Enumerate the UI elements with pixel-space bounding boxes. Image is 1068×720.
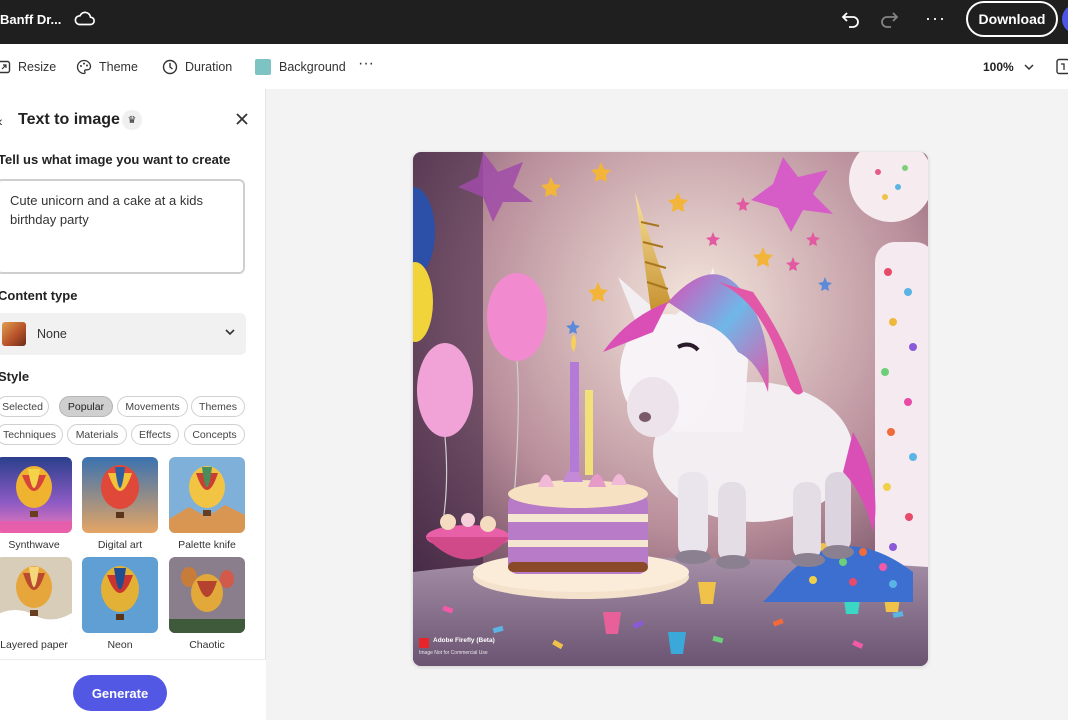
chip-concepts[interactable]: Concepts (184, 424, 245, 445)
panel-title: Text to image (18, 111, 120, 128)
style-label-palette-knife: Palette knife (178, 539, 236, 551)
prompt-label: Tell us what image you want to create (0, 152, 231, 167)
style-thumb-palette-knife[interactable] (169, 457, 245, 533)
undo-icon[interactable] (840, 8, 862, 30)
style-label: Style (0, 369, 30, 384)
duration-button[interactable]: Duration (162, 44, 232, 89)
theme-button[interactable]: Theme (76, 44, 138, 89)
hot-air-balloon-icon (0, 557, 72, 633)
chip-themes[interactable]: Themes (191, 396, 245, 417)
content-type-dropdown[interactable]: None (0, 313, 246, 355)
style-label-neon: Neon (107, 639, 133, 651)
theme-label: Theme (99, 59, 138, 74)
background-swatch (255, 58, 271, 75)
close-icon[interactable] (234, 111, 250, 127)
zoom-control[interactable]: 100% (983, 44, 1034, 89)
prompt-input[interactable]: Cute unicorn and a cake at a kids birthd… (0, 179, 245, 274)
redo-icon[interactable] (878, 8, 900, 30)
top-bar: Banff Dr... ··· Download (0, 0, 1068, 44)
chip-popular[interactable]: Popular (59, 396, 113, 417)
unicorn-cake-illustration (413, 152, 928, 666)
chip-materials[interactable]: Materials (67, 424, 127, 445)
chevron-down-icon (1024, 63, 1034, 70)
chevron-down-icon (225, 329, 235, 336)
avatar[interactable] (1062, 4, 1068, 34)
crown-icon: ♛ (122, 110, 142, 130)
zoom-value: 100% (983, 59, 1014, 74)
background-button[interactable]: Background (255, 44, 346, 89)
watermark-title: Adobe Firefly (Beta) (433, 637, 495, 644)
style-label-synthwave: Synthwave (8, 539, 60, 551)
content-type-label: Content type (0, 288, 78, 303)
document-title[interactable]: Banff Dr... (0, 12, 61, 27)
style-thumb-neon[interactable] (82, 557, 158, 633)
chip-effects[interactable]: Effects (131, 424, 179, 445)
background-label: Background (279, 59, 346, 74)
chip-movements[interactable]: Movements (117, 396, 188, 417)
style-thumb-digital-art[interactable] (82, 457, 158, 533)
hot-air-balloon-icon (82, 457, 158, 533)
adobe-logo-icon (419, 638, 429, 648)
style-thumb-synthwave[interactable] (0, 457, 72, 533)
duration-label: Duration (185, 59, 233, 74)
chip-techniques[interactable]: Techniques (0, 424, 63, 445)
cloud-icon[interactable] (74, 9, 96, 29)
hot-air-balloon-icon (0, 457, 72, 533)
text-to-image-panel: ‹ Text to image ♛ Tell us what image you… (0, 89, 266, 720)
resize-label: Resize (18, 59, 57, 74)
download-button[interactable]: Download (966, 1, 1058, 37)
hot-air-balloon-icon (169, 457, 245, 533)
style-thumb-chaotic[interactable] (169, 557, 245, 633)
more-options-button[interactable]: ··· (925, 9, 946, 27)
generated-image[interactable]: Adobe Firefly (Beta) Image Not for Comme… (413, 152, 928, 666)
style-label-chaotic: Chaotic (189, 639, 225, 651)
pages-icon[interactable] (1053, 58, 1068, 76)
resize-icon (0, 60, 11, 73)
palette-icon (76, 59, 92, 74)
back-chevron-icon[interactable]: ‹ (0, 113, 3, 129)
hot-air-balloon-icon (169, 557, 245, 633)
content-type-thumbnail (2, 322, 26, 346)
toolbar-more-button[interactable]: ··· (358, 54, 374, 74)
editor-toolbar: Resize Theme Duration Background ··· 100… (0, 44, 1068, 89)
resize-button[interactable]: Resize (0, 44, 56, 89)
watermark-subtitle: Image Not for Commercial Use (419, 650, 488, 656)
content-type-value: None (37, 327, 67, 341)
generate-button[interactable]: Generate (73, 675, 167, 711)
style-label-digital-art: Digital art (97, 539, 143, 551)
style-thumb-layered-paper[interactable] (0, 557, 72, 633)
hot-air-balloon-icon (82, 557, 158, 633)
style-label-layered-paper: Layered paper (0, 639, 68, 651)
clock-icon (162, 59, 178, 74)
chip-selected[interactable]: Selected (0, 396, 49, 417)
